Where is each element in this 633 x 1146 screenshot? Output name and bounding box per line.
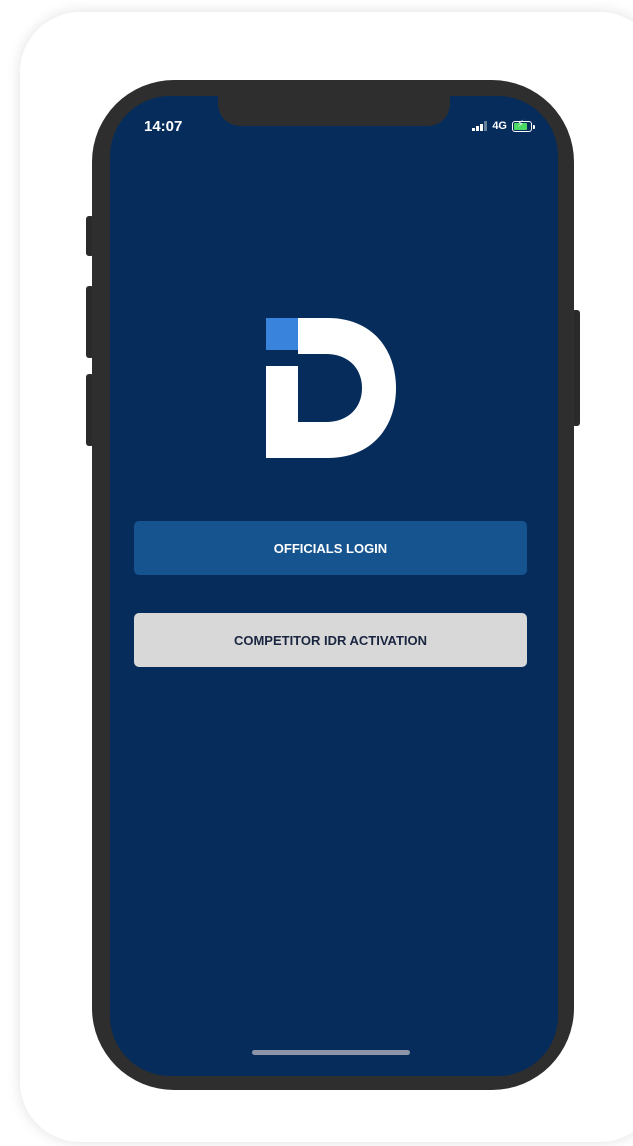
officials-login-button[interactable]: OFFICIALS LOGIN [134, 521, 527, 575]
network-type: 4G [492, 120, 507, 132]
competitor-idr-activation-button[interactable]: COMPETITOR IDR ACTIVATION [134, 613, 527, 667]
home-indicator[interactable] [252, 1050, 410, 1055]
id-logo-icon [266, 318, 396, 458]
signal-icon [472, 121, 488, 131]
logo-square [266, 318, 298, 350]
camera-notch [218, 96, 450, 126]
battery-charging-icon: ⚡ [512, 119, 535, 132]
status-time: 14:07 [144, 118, 183, 135]
status-indicators: 4G ⚡ [472, 119, 535, 132]
app-screen: 14:07 4G ⚡ OFFICIALS LOGIN COMPETITOR ID… [110, 96, 558, 1076]
